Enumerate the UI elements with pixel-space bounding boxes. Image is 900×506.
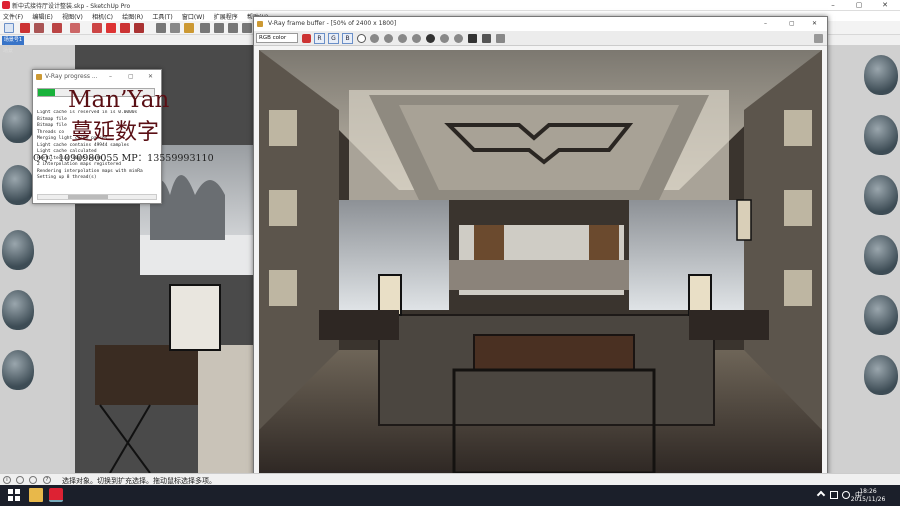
log-horizontal-scrollbar[interactable] [37, 194, 157, 200]
vray-progress-minimize-button[interactable]: – [109, 70, 112, 83]
line-tool-icon[interactable] [34, 23, 44, 33]
file-explorer-icon[interactable] [29, 488, 43, 502]
vase [2, 230, 34, 270]
vase [864, 295, 898, 335]
rectangle-tool-icon[interactable] [70, 23, 80, 33]
watermark-chinese: 蔓延数字 [71, 120, 160, 145]
vase [864, 175, 898, 215]
menu-camera[interactable]: 相机(C) [89, 11, 117, 21]
windows-start-icon[interactable] [7, 488, 21, 502]
arc-tool-icon[interactable] [52, 23, 62, 33]
zoom-tool-icon[interactable] [228, 23, 238, 33]
rotate-tool-icon[interactable] [106, 23, 116, 33]
select-tool-icon[interactable] [4, 23, 14, 33]
link-icon[interactable] [454, 34, 463, 43]
vray-icon [257, 21, 263, 27]
menu-window[interactable]: 窗口(W) [179, 11, 209, 21]
window-title: 新中式接待厅设计整装.skp - SketchUp Pro [12, 3, 131, 10]
channel-select[interactable]: RGB color [256, 33, 298, 43]
red-channel-toggle[interactable]: R [314, 33, 325, 44]
vray-progress-title: V-Ray progress ... [45, 73, 98, 80]
progress-fill [38, 89, 56, 96]
windows-taskbar: 中 18:26 2015/11/26 [0, 485, 900, 506]
network-icon[interactable] [830, 491, 838, 499]
scene-label: 场景 [3, 48, 14, 54]
text-tool-icon[interactable] [170, 23, 180, 33]
eraser-tool-icon[interactable] [20, 23, 30, 33]
duplicate-icon[interactable] [412, 34, 421, 43]
mono-icon[interactable] [370, 34, 379, 43]
minimize-button[interactable]: – [820, 0, 846, 11]
clock-time: 18:26 [859, 488, 877, 495]
scrollbar-thumb[interactable] [68, 195, 108, 199]
vray-frame-buffer-window: V-Ray frame buffer - [50% of 2400 x 1800… [253, 16, 828, 487]
vray-icon [36, 74, 42, 80]
vase [864, 55, 898, 95]
orbit-tool-icon[interactable] [200, 23, 210, 33]
frame-buffer-titlebar[interactable]: V-Ray frame buffer - [50% of 2400 x 1800… [254, 17, 827, 31]
vase [2, 290, 34, 330]
vray-progress-titlebar[interactable]: V-Ray progress ... – ▢ ✕ [33, 70, 161, 83]
system-clock[interactable]: 18:26 2015/11/26 [848, 488, 888, 504]
sketchup-app-icon [2, 1, 10, 9]
fb-minimize-button[interactable]: – [764, 17, 767, 31]
region-render-icon[interactable] [440, 34, 449, 43]
fb-maximize-button[interactable]: ▢ [789, 17, 795, 31]
close-button[interactable]: ✕ [872, 0, 898, 11]
log-line: Setting up 8 thread(s) [37, 175, 97, 180]
watermark-name: Man’Yan [68, 87, 170, 113]
vase [864, 355, 898, 395]
vase [2, 105, 34, 143]
rendered-image[interactable] [259, 50, 822, 473]
track-mouse-icon[interactable] [426, 34, 435, 43]
scene-tab[interactable]: 场景号1 [2, 36, 24, 45]
render-icon[interactable] [482, 34, 491, 43]
stop-icon[interactable] [468, 34, 477, 43]
sketchup-taskbar-icon[interactable] [49, 488, 63, 502]
clear-icon[interactable] [398, 34, 407, 43]
info-icon[interactable]: i [3, 476, 11, 484]
vase [2, 350, 34, 390]
alpha-channel-icon[interactable] [357, 34, 366, 43]
menu-tools[interactable]: 工具(T) [149, 11, 176, 21]
pan-tool-icon[interactable] [214, 23, 224, 33]
help-icon[interactable]: ? [43, 476, 51, 484]
menu-file[interactable]: 文件(F) [0, 11, 27, 21]
zoom-extents-icon[interactable] [242, 23, 252, 33]
menu-draw[interactable]: 绘图(R) [119, 11, 147, 21]
scale-tool-icon[interactable] [120, 23, 130, 33]
tray-chevron-icon[interactable] [816, 490, 826, 500]
options-icon[interactable] [814, 34, 823, 43]
paint-tool-icon[interactable] [184, 23, 194, 33]
save-image-icon[interactable] [302, 34, 311, 43]
history-icon[interactable] [496, 34, 505, 43]
vray-progress-maximize-button[interactable]: ▢ [128, 70, 134, 83]
move-tool-icon[interactable] [92, 23, 102, 33]
green-channel-toggle[interactable]: G [328, 33, 339, 44]
menu-view[interactable]: 视图(V) [59, 11, 87, 21]
vray-progress-close-button[interactable]: ✕ [148, 70, 153, 83]
vase [2, 165, 34, 205]
sketchup-titlebar: 新中式接待厅设计整装.skp - SketchUp Pro – ▢ ✕ [0, 0, 900, 11]
rendered-scene [259, 50, 822, 473]
menu-extensions[interactable]: 扩展程序 [211, 11, 242, 21]
frame-buffer-toolbar: RGB color R G B [254, 31, 827, 46]
tape-tool-icon[interactable] [156, 23, 166, 33]
watermark-contact: QQ：1090980055 MP：13559993110 [33, 153, 214, 164]
vase [864, 235, 898, 275]
fb-close-button[interactable]: ✕ [812, 17, 817, 31]
menu-edit[interactable]: 编辑(E) [29, 11, 56, 21]
maximize-button[interactable]: ▢ [846, 0, 872, 11]
clock-date: 2015/11/26 [850, 496, 886, 503]
blue-channel-toggle[interactable]: B [342, 33, 353, 44]
vase [864, 115, 898, 155]
user-icon[interactable] [29, 476, 37, 484]
geolocation-icon[interactable] [16, 476, 24, 484]
frame-buffer-title: V-Ray frame buffer - [50% of 2400 x 1800… [268, 20, 397, 27]
save-icon[interactable] [384, 34, 393, 43]
status-bar: i ? 选择对象。切换到扩充选择。拖动鼠标选择多项。 [0, 473, 900, 485]
offset-tool-icon[interactable] [134, 23, 144, 33]
